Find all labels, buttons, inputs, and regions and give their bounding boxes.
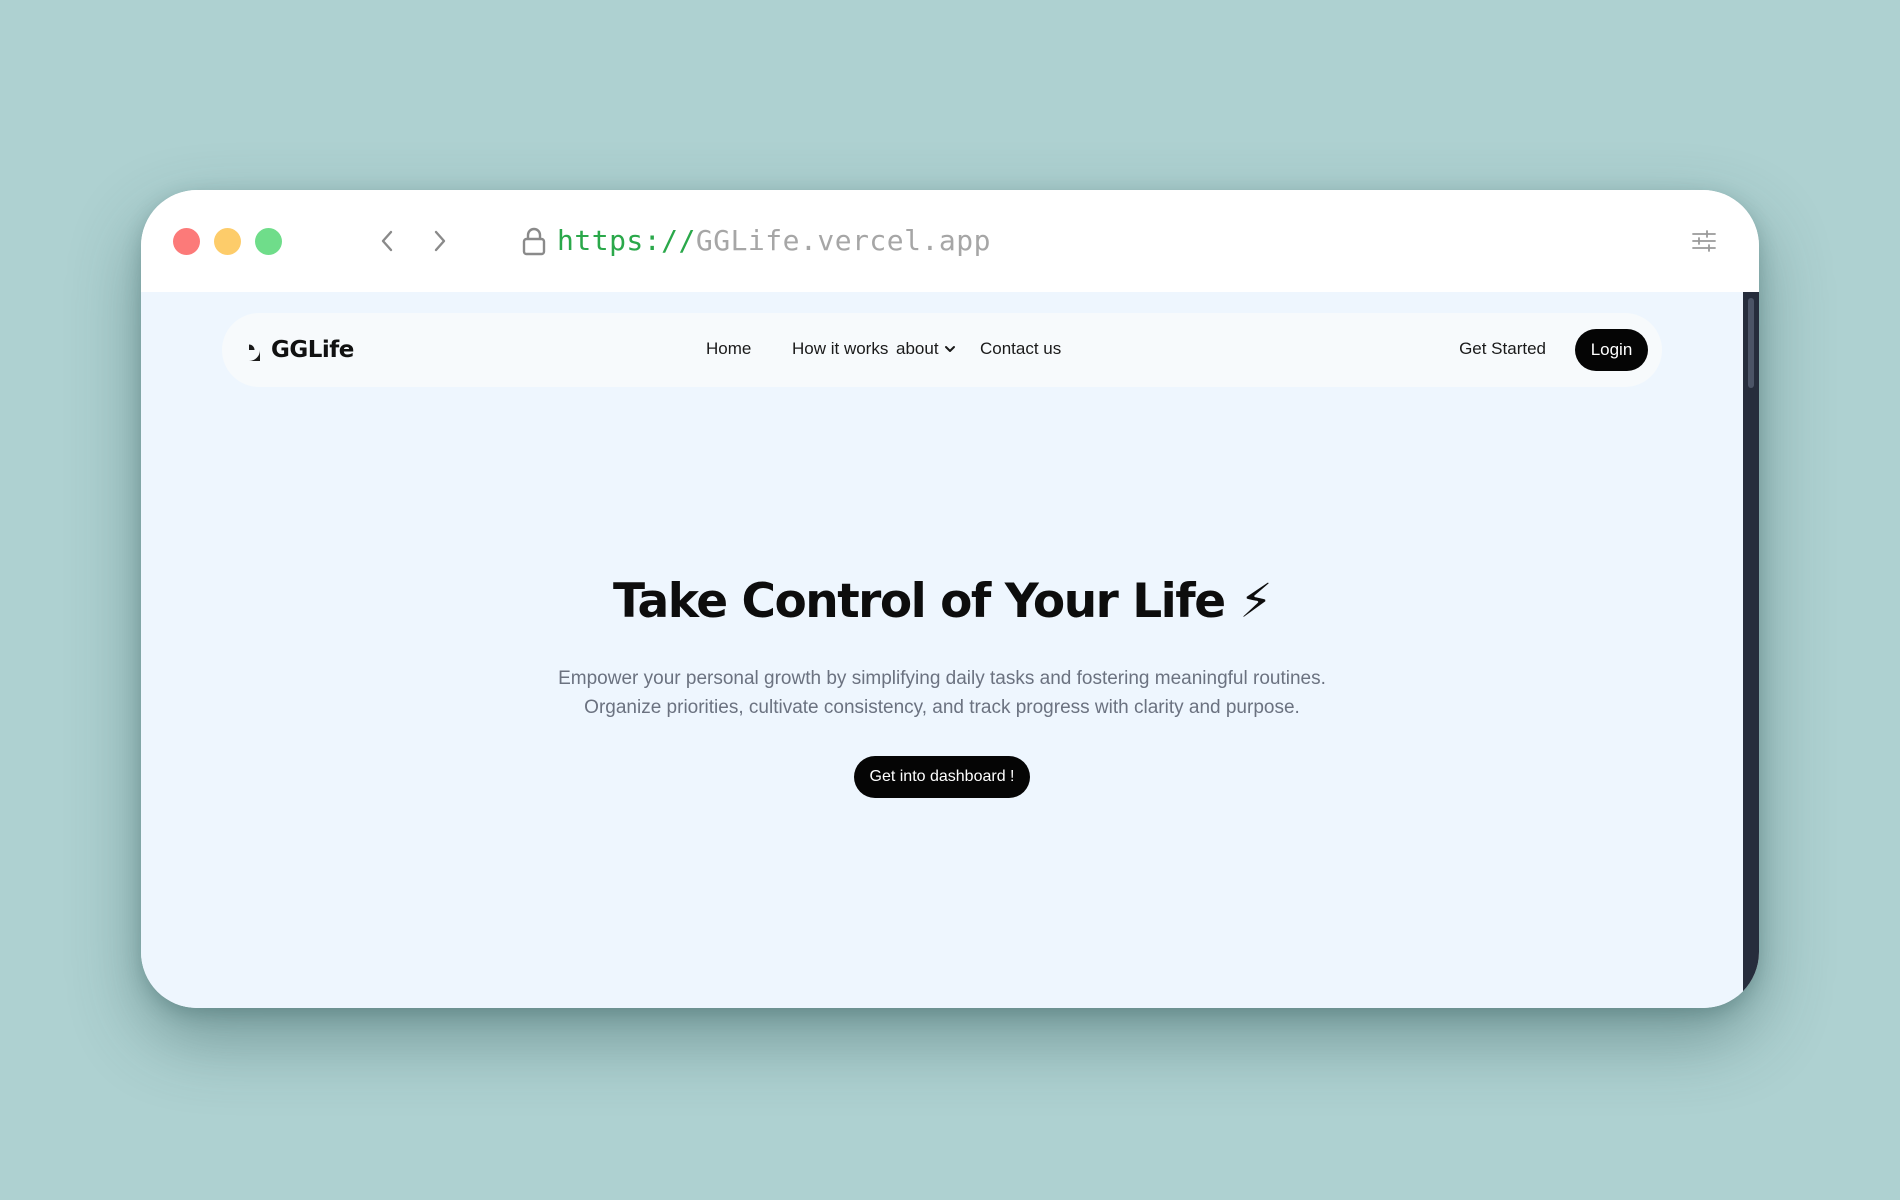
- scrollbar-thumb[interactable]: [1748, 298, 1754, 388]
- get-started-link[interactable]: Get Started: [1459, 339, 1546, 359]
- settings-sliders-icon[interactable]: [1689, 226, 1719, 256]
- address-bar[interactable]: https://GGLife.vercel.app: [557, 220, 991, 262]
- lock-icon: [520, 226, 548, 256]
- chevron-down-icon: [944, 346, 955, 352]
- maximize-window-button[interactable]: [255, 228, 282, 255]
- nav-how-it-works-link[interactable]: How it works: [792, 339, 888, 359]
- browser-window: https://GGLife.vercel.app GGLife Home Ho…: [141, 190, 1759, 1008]
- dashboard-cta-button[interactable]: Get into dashboard !: [854, 756, 1030, 798]
- url-host: GGLife.vercel.app: [695, 224, 991, 257]
- nav-about-label: about: [896, 339, 939, 358]
- brand-logo-icon: [238, 339, 260, 361]
- brand-link[interactable]: GGLife: [236, 337, 354, 363]
- login-button[interactable]: Login: [1575, 329, 1648, 371]
- back-arrow-icon[interactable]: [369, 223, 405, 259]
- site-navbar: GGLife Home How it works about Contact u…: [222, 313, 1662, 387]
- url-protocol: https://: [557, 224, 696, 257]
- nav-contact-link[interactable]: Contact us: [980, 339, 1061, 359]
- page-viewport: GGLife Home How it works about Contact u…: [141, 292, 1743, 1008]
- brand-name: GGLife: [271, 337, 354, 363]
- nav-home-link[interactable]: Home: [706, 339, 751, 359]
- hero-title: Take Control of Your Life ⚡: [613, 574, 1272, 629]
- hero-subtitle: Empower your personal growth by simplify…: [558, 668, 1326, 718]
- close-window-button[interactable]: [173, 228, 200, 255]
- page-scrollbar[interactable]: [1743, 292, 1759, 1008]
- browser-titlebar: https://GGLife.vercel.app: [141, 190, 1759, 292]
- minimize-window-button[interactable]: [214, 228, 241, 255]
- forward-arrow-icon[interactable]: [422, 223, 458, 259]
- nav-about-dropdown[interactable]: about: [896, 339, 956, 359]
